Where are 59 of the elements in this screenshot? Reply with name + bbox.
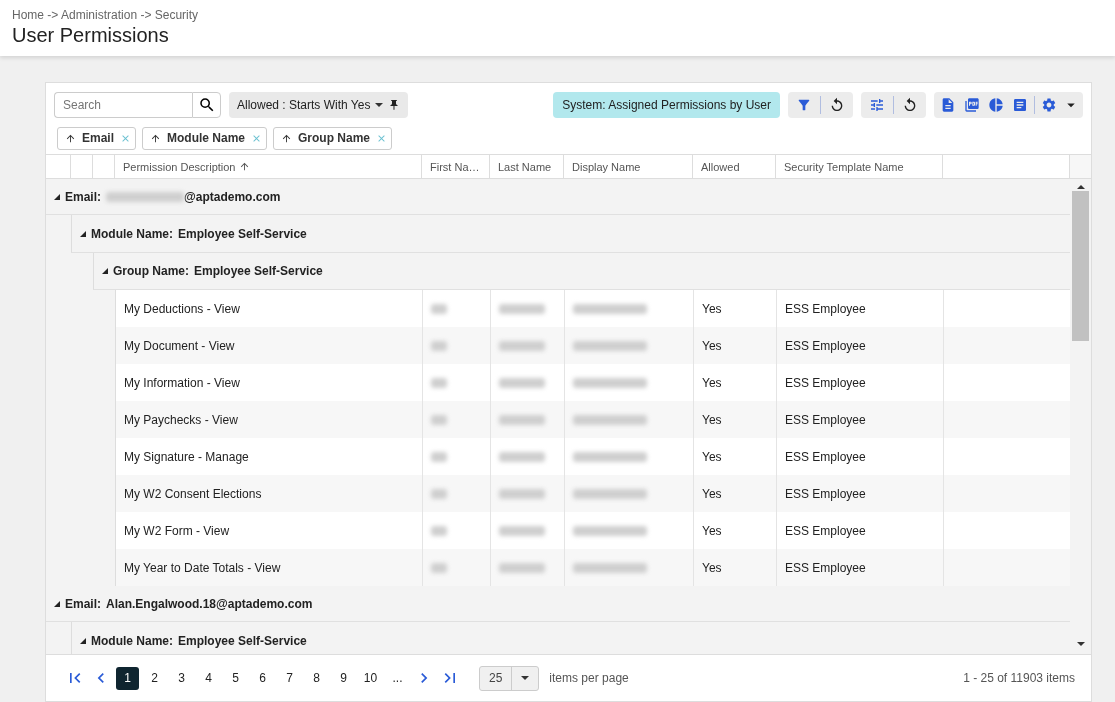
page-button[interactable]: 9 xyxy=(332,666,355,690)
pager-summary: 1 - 25 of 11903 items xyxy=(963,671,1075,686)
collapse-icon[interactable] xyxy=(80,637,86,644)
chip-label: Email xyxy=(82,131,114,146)
chip-label: Module Name xyxy=(167,131,246,146)
filter-chip[interactable]: Allowed : Starts With Yes xyxy=(229,91,409,118)
group-row[interactable]: Group Name: Employee Self-Service xyxy=(93,253,1070,291)
group-label: Module Name: xyxy=(91,226,173,241)
group-chip[interactable]: Group Name xyxy=(273,126,393,150)
page-button[interactable]: 6 xyxy=(251,666,274,690)
group-label: Email: xyxy=(65,189,101,204)
column-header[interactable]: Display Name xyxy=(564,154,693,179)
chip-label: Group Name xyxy=(298,131,371,146)
page-button[interactable]: 8 xyxy=(305,666,328,690)
group-value: @aptademo.com xyxy=(184,189,281,204)
page-size-label: items per page xyxy=(549,671,629,686)
group-value: Alan.Engalwood.18@aptademo.com xyxy=(106,596,313,611)
column-header[interactable]: Security Template Name xyxy=(776,154,943,179)
page-button[interactable]: 2 xyxy=(143,666,166,690)
group-chip[interactable]: Module Name xyxy=(142,126,268,150)
search-field[interactable]: Search xyxy=(54,91,192,118)
page-button[interactable]: 7 xyxy=(278,666,301,690)
group-row[interactable]: Module Name: Employee Self-Service xyxy=(71,215,1070,254)
page-button[interactable]: 1 xyxy=(116,666,139,690)
collapse-icon[interactable] xyxy=(102,268,108,275)
collapse-icon[interactable] xyxy=(54,600,60,607)
group-value: Employee Self-Service xyxy=(178,226,307,241)
group-value: Employee Self-Service xyxy=(194,264,323,279)
breadcrumb: Home -> Administration -> Security xyxy=(12,8,200,22)
sort-up-icon xyxy=(281,132,293,144)
pin-icon[interactable] xyxy=(388,98,401,111)
sort-up-icon xyxy=(65,132,76,144)
search-button[interactable] xyxy=(192,91,221,118)
page-button[interactable]: ... xyxy=(386,666,409,690)
page-button[interactable]: 10 xyxy=(359,666,382,690)
page-button[interactable]: 4 xyxy=(197,666,220,690)
page-size-select[interactable]: 25 xyxy=(479,665,540,691)
page-title: User Permissions xyxy=(12,24,170,47)
group-chip[interactable]: Email xyxy=(57,126,136,150)
column-header[interactable]: First Na… xyxy=(422,154,490,179)
scroll-down-icon[interactable] xyxy=(1076,642,1085,647)
column-header[interactable]: Last Name xyxy=(490,154,564,179)
group-value: Employee Self-Service xyxy=(178,633,307,648)
page-button[interactable]: 5 xyxy=(224,666,247,690)
page-button[interactable]: 3 xyxy=(170,666,193,690)
scroll-thumb[interactable] xyxy=(1072,191,1089,342)
caret-icon xyxy=(375,102,384,107)
group-label: Module Name: xyxy=(91,633,173,648)
view-badge: System: Assigned Permissions by User xyxy=(553,91,780,118)
group-label: Group Name: xyxy=(113,264,189,279)
sort-up-icon xyxy=(150,132,161,144)
column-header[interactable]: Permission Description xyxy=(115,154,422,179)
column-header[interactable]: Allowed xyxy=(693,154,776,179)
group-label: Email: xyxy=(65,596,101,611)
search-icon xyxy=(197,95,216,114)
scrollbar[interactable] xyxy=(1070,179,1091,655)
collapse-icon[interactable] xyxy=(80,230,86,237)
collapse-icon[interactable] xyxy=(54,193,60,200)
caret-icon xyxy=(521,676,530,681)
